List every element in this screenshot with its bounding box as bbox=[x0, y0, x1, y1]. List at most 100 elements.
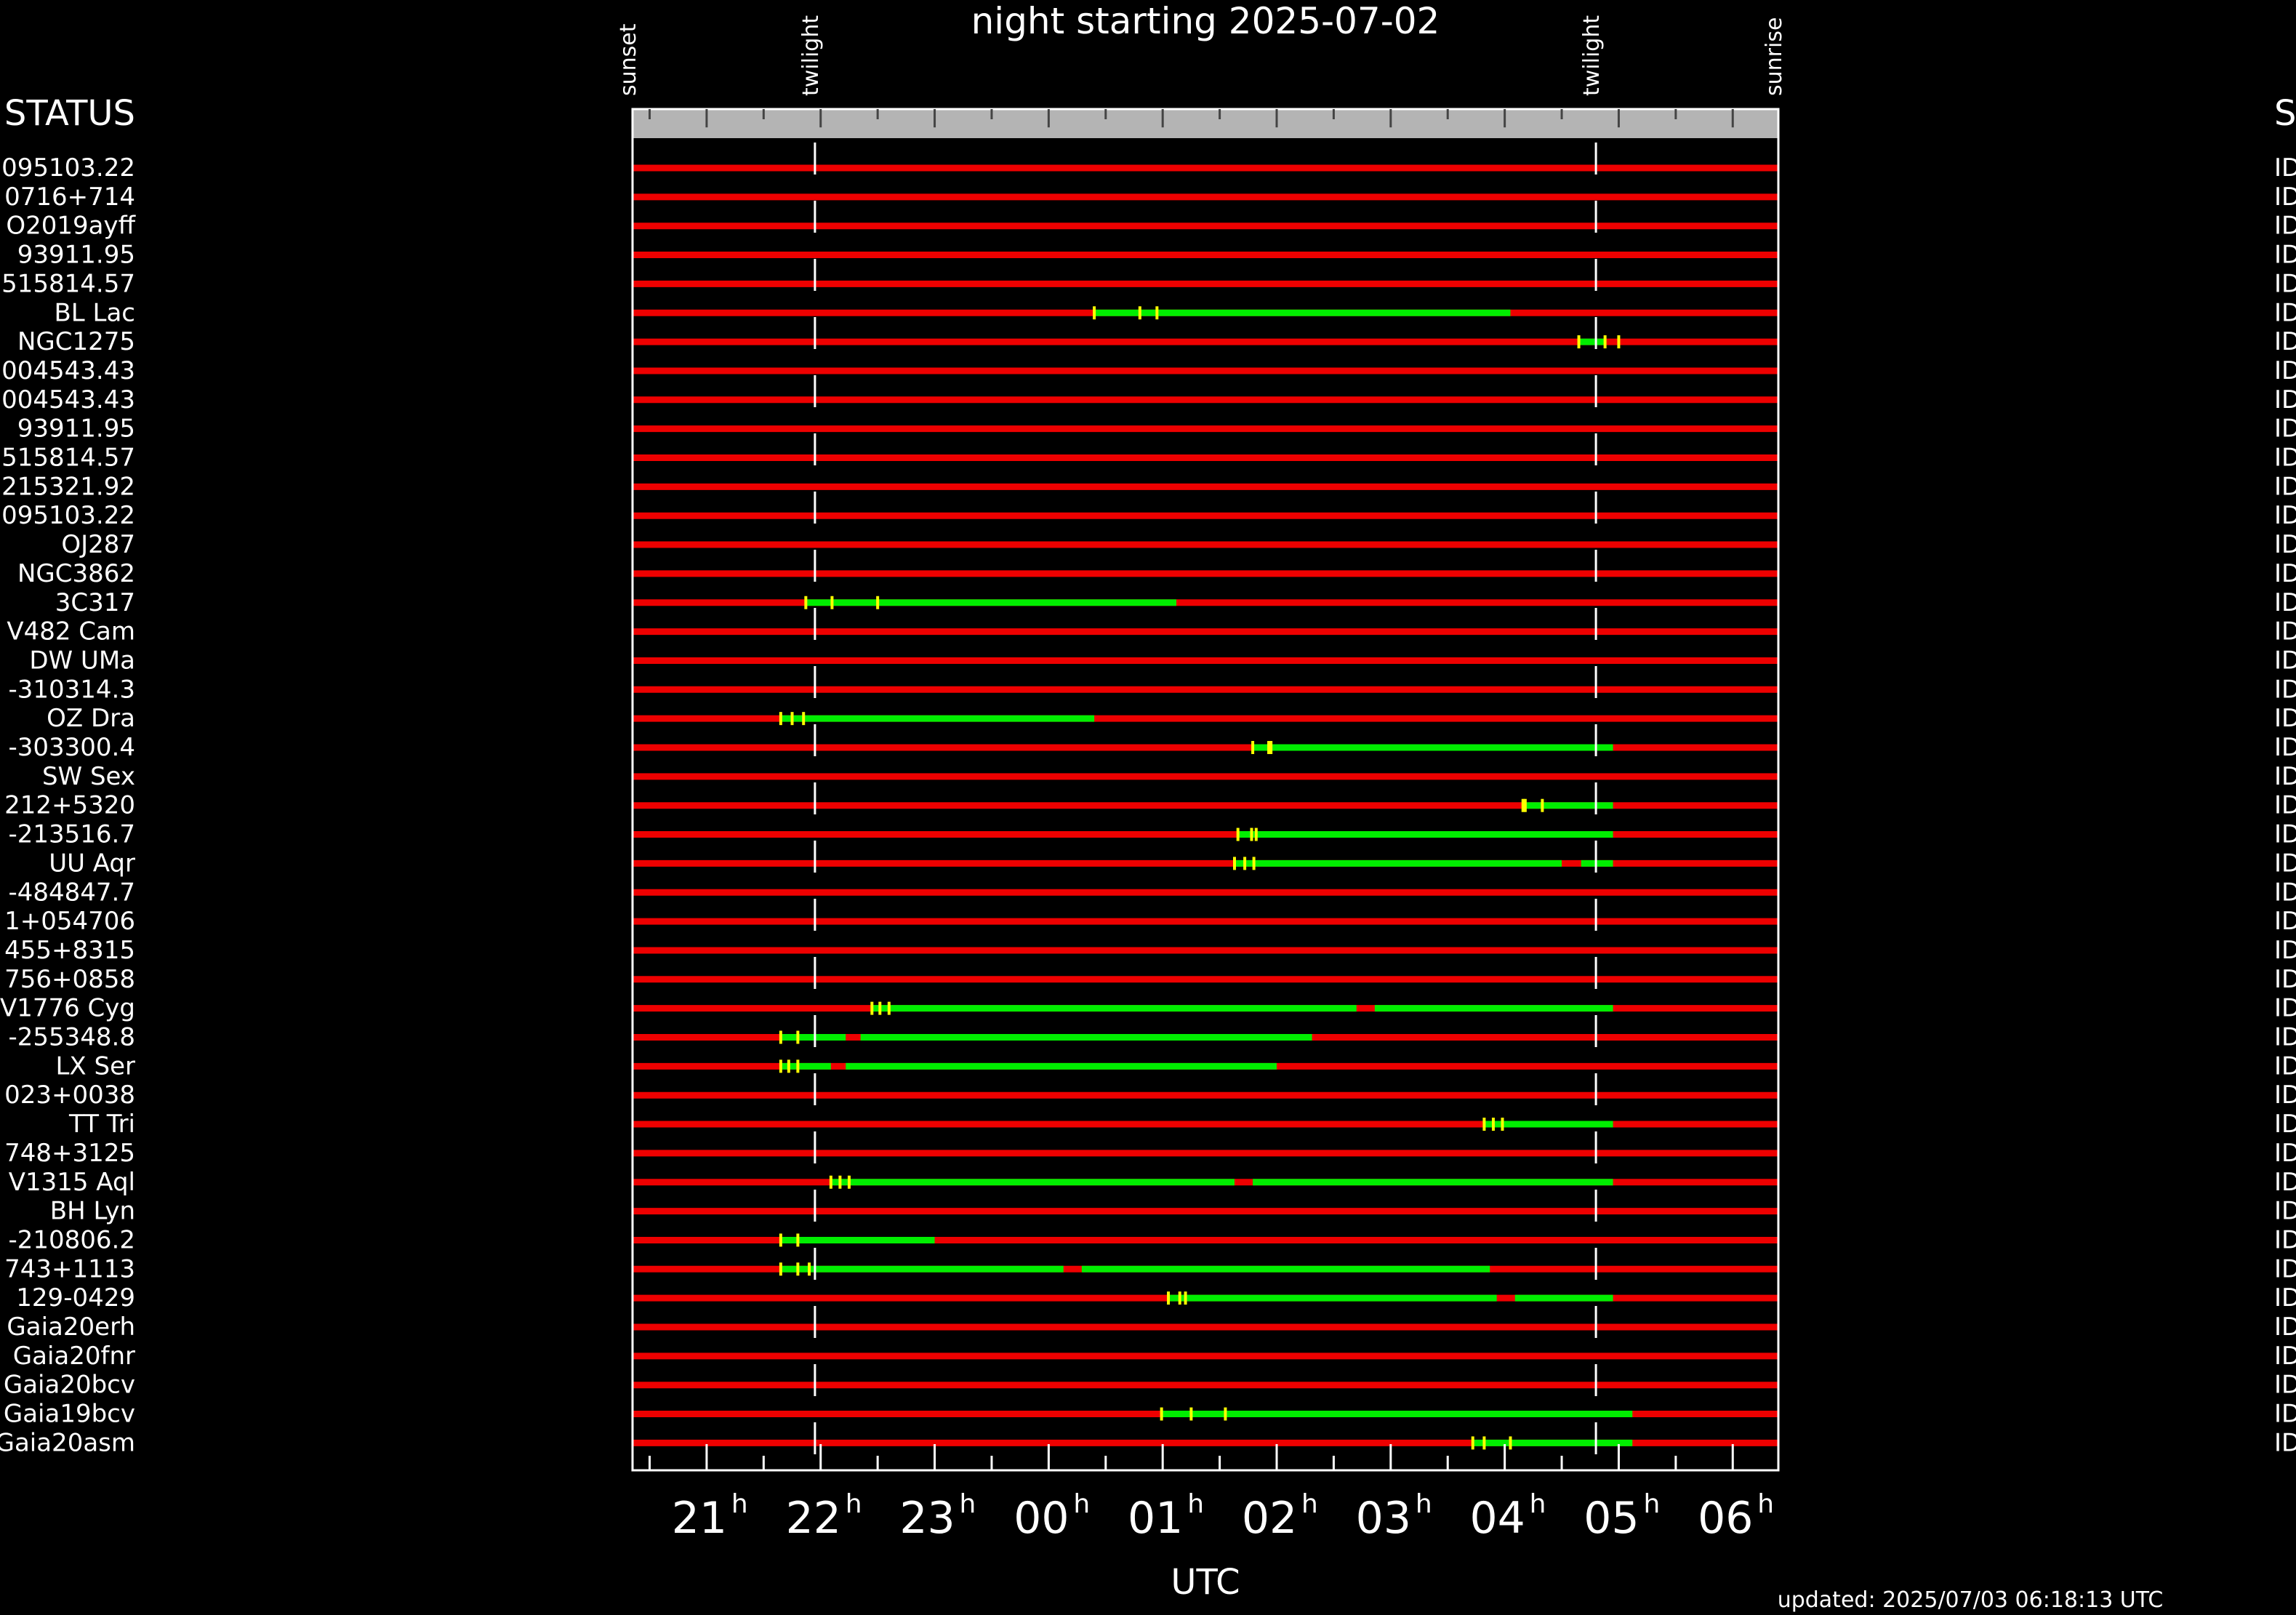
status-indicator: ID bbox=[2274, 1371, 2296, 1400]
x-tick-unit: h bbox=[731, 1489, 748, 1519]
x-tick-unit: h bbox=[1416, 1489, 1432, 1519]
target-name: LX Ser bbox=[55, 1051, 135, 1081]
status-indicator: ID bbox=[2274, 704, 2296, 733]
status-indicator: ID bbox=[2274, 414, 2296, 444]
target-name: TT Tri bbox=[68, 1110, 135, 1139]
status-indicator: ID bbox=[2274, 212, 2296, 241]
status-indicator: ID bbox=[2274, 1283, 2296, 1313]
status-indicator: ID bbox=[2274, 646, 2296, 675]
target-name: BH Lyn bbox=[50, 1197, 135, 1226]
target-name: 023+0038 bbox=[4, 1081, 135, 1110]
status-indicator: ID bbox=[2274, 530, 2296, 559]
x-tick-label: 04 bbox=[1469, 1493, 1525, 1544]
target-name: V1776 Cyg bbox=[0, 994, 135, 1023]
target-name: -303300.4 bbox=[9, 733, 136, 762]
status-indicator: ID bbox=[2274, 269, 2296, 298]
target-name: 004543.43 bbox=[1, 385, 135, 414]
target-name: 515814.57 bbox=[1, 269, 135, 298]
target-name: 0716+714 bbox=[4, 183, 135, 212]
x-tick-unit: h bbox=[1301, 1489, 1318, 1519]
target-name: SW Sex bbox=[42, 762, 135, 791]
x-tick-unit: h bbox=[1187, 1489, 1204, 1519]
left-column-header: STATUS bbox=[4, 93, 135, 134]
status-indicator: ID bbox=[2274, 936, 2296, 965]
target-name: 212+5320 bbox=[4, 791, 135, 820]
x-tick-label: 21 bbox=[672, 1493, 727, 1544]
status-indicator: ID bbox=[2274, 1254, 2296, 1283]
header-bar bbox=[633, 109, 1778, 138]
x-tick-unit: h bbox=[846, 1489, 862, 1519]
status-indicator: ID bbox=[2274, 1168, 2296, 1197]
status-indicator: ID bbox=[2274, 1313, 2296, 1342]
status-indicator: ID bbox=[2274, 327, 2296, 356]
status-indicator: ID bbox=[2274, 965, 2296, 994]
target-name: -210806.2 bbox=[9, 1225, 136, 1254]
target-name: Gaia20fnr bbox=[13, 1342, 135, 1371]
target-name: Gaia20asm bbox=[0, 1428, 135, 1457]
target-name: 743+1113 bbox=[4, 1254, 135, 1283]
status-indicator: ID bbox=[2274, 298, 2296, 327]
x-tick-label: 05 bbox=[1583, 1493, 1639, 1544]
target-name: 515814.57 bbox=[1, 444, 135, 473]
status-indicator: ID bbox=[2274, 501, 2296, 530]
target-name: Gaia20erh bbox=[7, 1313, 135, 1342]
target-name: 095103.22 bbox=[1, 501, 135, 530]
status-indicator: ID bbox=[2274, 1400, 2296, 1429]
status-indicator: ID bbox=[2274, 444, 2296, 473]
status-indicator: ID bbox=[2274, 907, 2296, 936]
x-tick-label: 00 bbox=[1013, 1493, 1069, 1544]
target-name: 748+3125 bbox=[4, 1139, 135, 1168]
x-tick-label: 01 bbox=[1128, 1493, 1183, 1544]
status-indicator: ID bbox=[2274, 1225, 2296, 1254]
status-indicator: ID bbox=[2274, 1197, 2296, 1226]
x-tick-label: 02 bbox=[1242, 1493, 1297, 1544]
status-indicator: ID bbox=[2274, 675, 2296, 704]
status-indicator: ID bbox=[2274, 153, 2296, 183]
status-indicator: ID bbox=[2274, 385, 2296, 414]
target-name: Gaia20bcv bbox=[4, 1371, 135, 1400]
target-name: OJ287 bbox=[61, 530, 135, 559]
target-name: 93911.95 bbox=[17, 241, 135, 270]
status-indicator: ID bbox=[2274, 1428, 2296, 1457]
target-name: UU Aqr bbox=[49, 849, 135, 878]
target-name: V1315 Aql bbox=[9, 1168, 135, 1197]
target-name: 004543.43 bbox=[1, 356, 135, 385]
status-indicator: ID bbox=[2274, 241, 2296, 270]
target-name: OZ Dra bbox=[47, 704, 135, 733]
target-name: 129-0429 bbox=[16, 1283, 135, 1313]
status-indicator: ID bbox=[2274, 183, 2296, 212]
status-indicator: ID bbox=[2274, 588, 2296, 617]
chart-title: night starting 2025-07-02 bbox=[971, 0, 1440, 42]
sun-event-label: sunset bbox=[616, 23, 641, 96]
status-indicator: ID bbox=[2274, 791, 2296, 820]
status-indicator: ID bbox=[2274, 820, 2296, 849]
target-name: NGC1275 bbox=[17, 327, 135, 356]
x-tick-unit: h bbox=[1530, 1489, 1546, 1519]
target-name: BL Lac bbox=[54, 298, 135, 327]
right-column-header: S bbox=[2274, 93, 2296, 134]
x-tick-unit: h bbox=[1643, 1489, 1660, 1519]
status-indicator: ID bbox=[2274, 849, 2296, 878]
target-name: 756+0858 bbox=[4, 965, 135, 994]
target-name: V482 Cam bbox=[7, 617, 135, 646]
target-name: NGC3862 bbox=[17, 559, 135, 588]
status-indicator: ID bbox=[2274, 1023, 2296, 1052]
target-name: DW UMa bbox=[29, 646, 135, 675]
x-tick-unit: h bbox=[960, 1489, 976, 1519]
status-indicator: ID bbox=[2274, 617, 2296, 646]
target-name: 215321.92 bbox=[1, 472, 135, 501]
target-name: O2019ayff bbox=[6, 212, 136, 241]
status-indicator: ID bbox=[2274, 1081, 2296, 1110]
x-tick-label: 03 bbox=[1356, 1493, 1411, 1544]
status-indicator: ID bbox=[2274, 1139, 2296, 1168]
status-indicator: ID bbox=[2274, 472, 2296, 501]
target-name: -255348.8 bbox=[9, 1023, 136, 1052]
x-tick-unit: h bbox=[1073, 1489, 1090, 1519]
x-axis-label: UTC bbox=[1171, 1562, 1240, 1603]
sun-event-label: twilight bbox=[798, 15, 824, 96]
x-tick-label: 23 bbox=[899, 1493, 955, 1544]
sun-event-label: twilight bbox=[1579, 15, 1605, 96]
x-tick-unit: h bbox=[1757, 1489, 1774, 1519]
updated-timestamp: updated: 2025/07/03 06:18:13 UTC bbox=[1778, 1587, 2164, 1613]
target-name: -213516.7 bbox=[9, 820, 136, 849]
